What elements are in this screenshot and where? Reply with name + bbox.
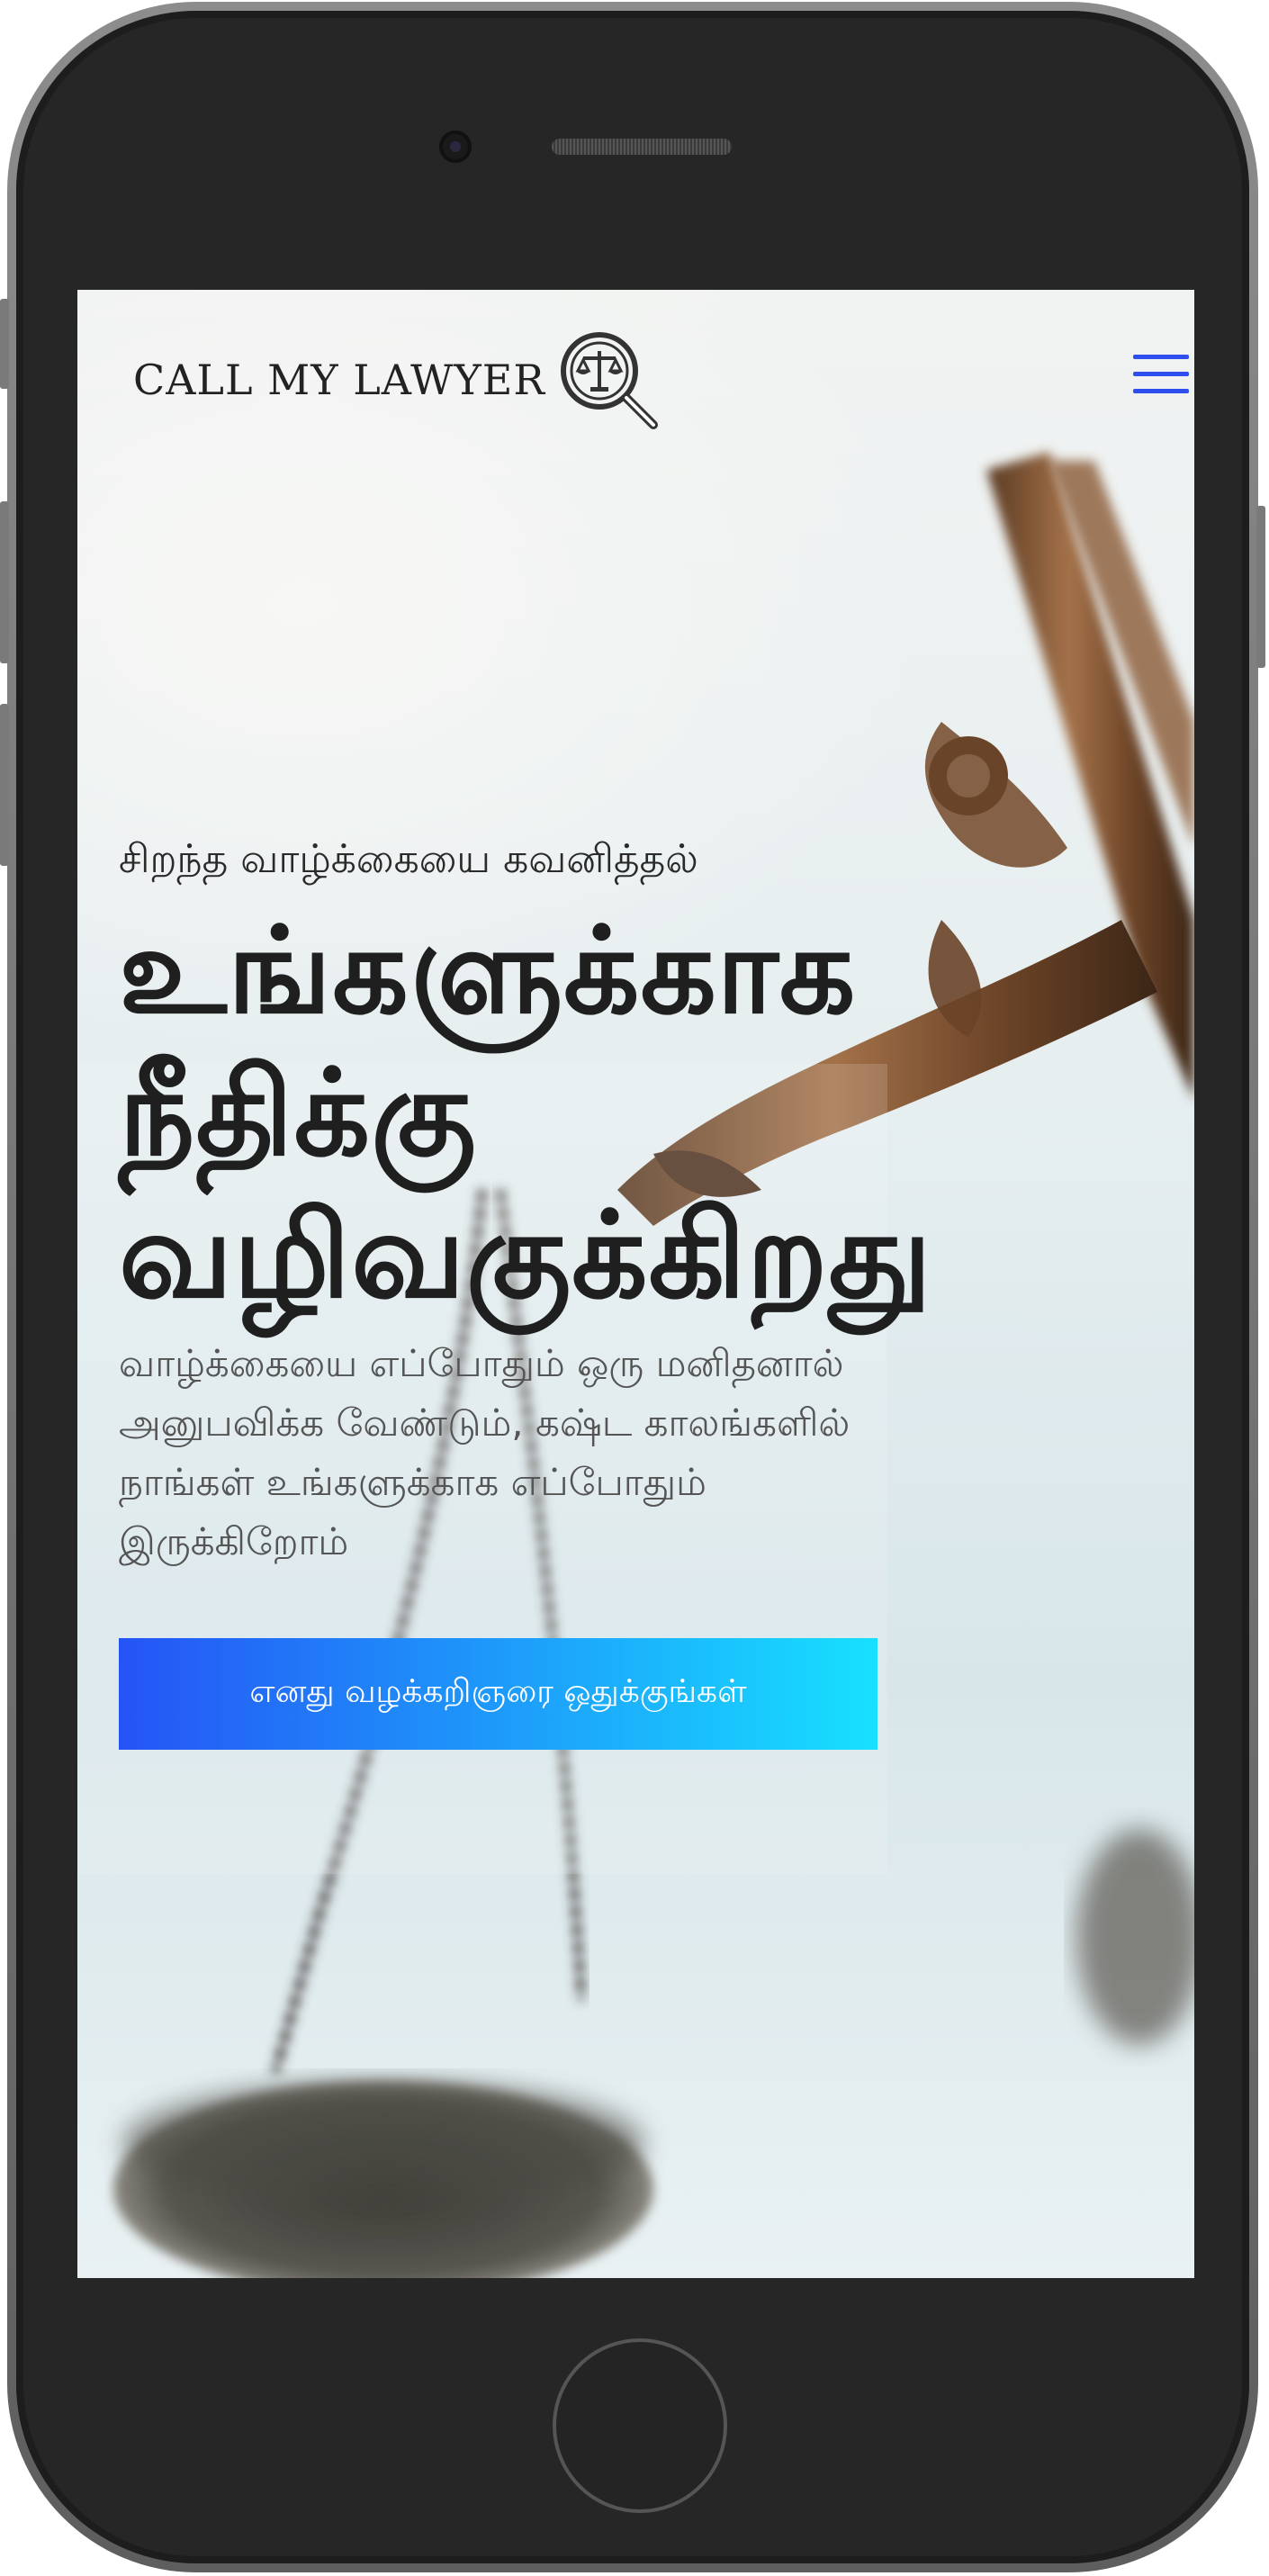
- subtext-line: அனுபவிக்க வேண்டும், கஷ்ட காலங்களில்: [119, 1401, 850, 1445]
- brand-logo[interactable]: CALL MY LAWYER: [133, 324, 664, 436]
- hero-subtext: வாழ்க்கையை எப்போதும் ஒரு மனிதனால் அனுபவி…: [119, 1334, 1073, 1572]
- menu-bar: [1133, 372, 1189, 376]
- volume-up-button: [0, 501, 9, 663]
- brand-name: CALL MY LAWYER: [133, 356, 545, 404]
- power-button: [1256, 506, 1265, 668]
- phone-frame: CALL MY LAWYER சிறந்த வாழ்க்கையை கவனித்த…: [0, 2, 1265, 2572]
- subtext-line: இருக்கிறோம்: [119, 1519, 349, 1563]
- site-header: CALL MY LAWYER: [77, 290, 1194, 470]
- headline-line: உங்களுக்காக: [119, 902, 857, 1040]
- hamburger-menu-icon[interactable]: [1133, 355, 1189, 396]
- screen: CALL MY LAWYER சிறந்த வாழ்க்கையை கவனித்த…: [77, 290, 1194, 2278]
- headline-line: வழிவகுக்கிறது: [119, 1186, 933, 1325]
- subtext-line: நாங்கள் உங்களுக்காக எப்போதும்: [119, 1460, 706, 1504]
- speaker-grille: [552, 139, 732, 155]
- subtext-line: வாழ்க்கையை எப்போதும் ஒரு மனிதனால்: [119, 1341, 844, 1385]
- menu-bar: [1133, 355, 1189, 359]
- scales-magnifier-icon: [561, 332, 658, 429]
- menu-bar: [1133, 389, 1189, 393]
- mute-switch: [0, 299, 9, 389]
- headline-line: நீதிக்கு: [119, 1044, 477, 1183]
- assign-lawyer-button[interactable]: எனது வழக்கறிஞரை ஒதுக்குங்கள்: [119, 1638, 878, 1750]
- home-button[interactable]: [553, 2338, 727, 2513]
- hero-eyebrow: சிறந்த வாழ்க்கையை கவனித்தல்: [119, 836, 698, 882]
- hero-section: சிறந்த வாழ்க்கையை கவனித்தல் உங்களுக்காக …: [119, 830, 1190, 1572]
- volume-down-button: [0, 704, 9, 866]
- front-camera-icon: [439, 131, 472, 163]
- hero-headline: உங்களுக்காக நீதிக்கு வழிவகுக்கிறது: [119, 900, 1190, 1327]
